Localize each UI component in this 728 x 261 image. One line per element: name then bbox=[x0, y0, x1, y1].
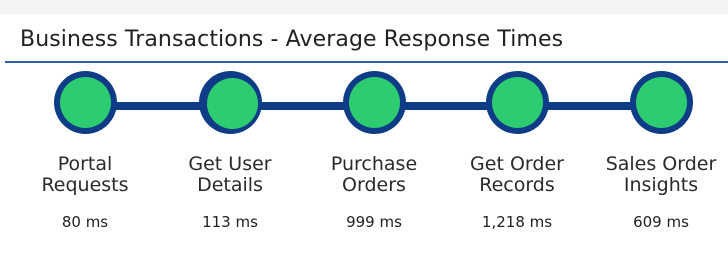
status-circle-icon bbox=[198, 71, 262, 134]
status-circle-icon bbox=[342, 71, 406, 134]
stage-response-time: 609 ms bbox=[633, 213, 689, 231]
status-circle-icon bbox=[629, 71, 693, 134]
stage-purchase-orders[interactable]: Purchase Orders 999 ms bbox=[299, 71, 449, 231]
panel-top-strip bbox=[0, 0, 728, 14]
stage-get-user-details[interactable]: Get User Details 113 ms bbox=[155, 71, 305, 231]
stage-label: Portal Requests bbox=[41, 153, 129, 196]
response-times-panel: Business Transactions - Average Response… bbox=[0, 0, 728, 261]
panel-title: Business Transactions - Average Response… bbox=[20, 27, 564, 52]
stage-response-time: 80 ms bbox=[61, 213, 109, 231]
status-circle-fill bbox=[635, 77, 687, 128]
stage-get-order-records[interactable]: Get Order Records 1,218 ms bbox=[442, 71, 592, 231]
stage-label: Get Order Records bbox=[470, 153, 564, 196]
stage-response-time: 1,218 ms bbox=[481, 213, 553, 231]
stage-sales-order-insights[interactable]: Sales Order Insights 609 ms bbox=[586, 71, 728, 231]
status-circle-icon bbox=[53, 71, 117, 134]
status-circle-fill bbox=[206, 78, 258, 129]
status-circle-icon bbox=[485, 71, 549, 134]
stage-label: Sales Order Insights bbox=[605, 153, 717, 196]
stage-portal-requests[interactable]: Portal Requests 80 ms bbox=[10, 71, 160, 231]
stage-label: Purchase Orders bbox=[330, 153, 418, 196]
stage-label: Get User Details bbox=[188, 153, 272, 196]
title-divider bbox=[5, 61, 728, 63]
stage-response-time: 113 ms bbox=[202, 213, 258, 231]
status-circle-fill bbox=[348, 77, 400, 128]
status-circle-fill bbox=[491, 77, 543, 128]
status-circle-fill bbox=[59, 77, 111, 128]
stage-response-time: 999 ms bbox=[346, 213, 402, 231]
